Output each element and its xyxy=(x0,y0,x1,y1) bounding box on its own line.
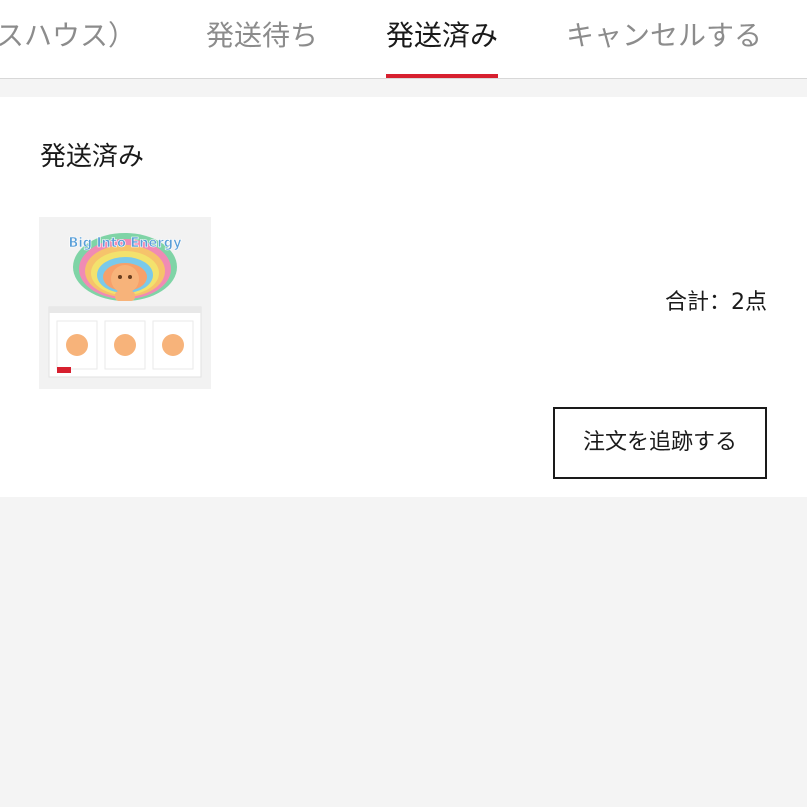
blind-boxes xyxy=(56,320,194,370)
total-label: 合計： xyxy=(664,290,731,315)
order-status-title: 発送済み xyxy=(40,142,145,172)
order-total: 合計：2点 xyxy=(665,287,767,319)
track-order-button[interactable]: 注文を追跡する xyxy=(553,407,767,479)
banner-text: Big Into Energy xyxy=(68,236,182,251)
product-thumbnail[interactable]: Big Into Energy xyxy=(39,217,211,389)
tab-cancel-label: キャンセルする xyxy=(566,19,763,52)
order-card: 発送済み Big Into Energy 合計：2点 注文を追跡する xyxy=(0,97,807,497)
brand-sticker xyxy=(57,367,71,373)
active-tab-indicator xyxy=(386,74,499,78)
tab-cancel[interactable]: キャンセルする xyxy=(566,0,762,78)
tab-warehouse-label: スハウス） xyxy=(0,19,137,52)
tab-warehouse[interactable]: スハウス） xyxy=(0,0,136,78)
tab-awaiting-shipment-label: 発送待ち xyxy=(206,19,319,52)
product-image: Big Into Energy xyxy=(39,217,211,389)
tab-awaiting-shipment[interactable]: 発送待ち xyxy=(206,0,318,78)
total-value: 2点 xyxy=(731,290,767,315)
tab-shipped-label: 発送済み xyxy=(386,19,499,52)
mascot-figure xyxy=(111,265,139,301)
order-status-tabbar: スハウス） 発送待ち 発送済み キャンセルする xyxy=(0,0,807,79)
tab-shipped[interactable]: 発送済み xyxy=(386,0,499,78)
